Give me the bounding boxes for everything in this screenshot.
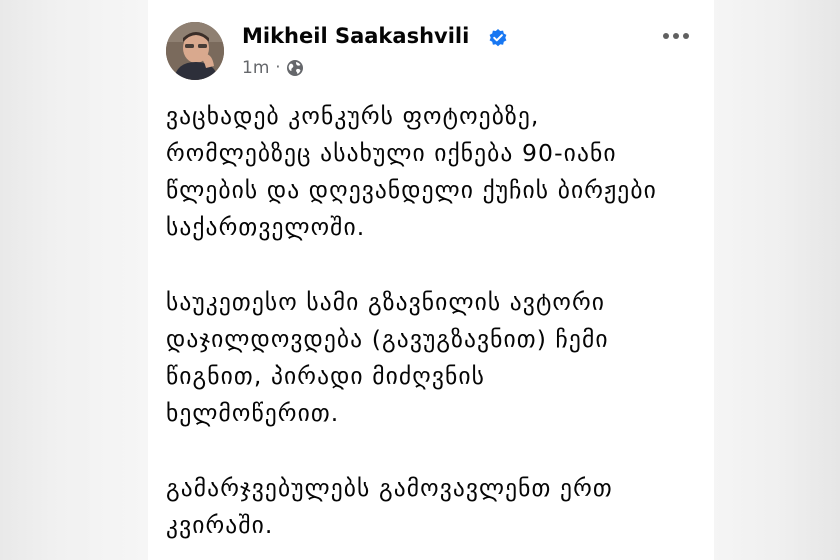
post-meta: 1m · (242, 56, 304, 78)
more-options-icon-dot (673, 33, 679, 39)
meta-separator: · (275, 56, 281, 76)
post-paragraph-2: საუკეთესო სამი გზავნილის ავტორი დაჯილდოვ… (166, 288, 609, 427)
author-name[interactable]: Mikheil Saakashvili (242, 24, 469, 48)
post-timestamp[interactable]: 1m (242, 58, 269, 78)
globe-icon[interactable] (286, 59, 304, 77)
profile-photo-icon (166, 22, 224, 80)
post-paragraph-3: გამარჯვებულებს გამოვავლენთ ერთ კვირაში. (166, 474, 613, 539)
post-header: Mikheil Saakashvili 1m · (166, 18, 700, 88)
background-left (0, 0, 148, 560)
verified-badge-icon (489, 29, 507, 47)
post-paragraph-1: ვაცხადებ კონკურს ფოტოებზე, რომლებზეც ასა… (166, 102, 657, 241)
more-options-icon-dot (683, 33, 689, 39)
more-options-icon-dot (663, 33, 669, 39)
author-avatar[interactable] (166, 22, 224, 80)
more-options-button[interactable] (656, 26, 696, 46)
post-card: Mikheil Saakashvili 1m · ვაცხადებ კონკურ… (148, 0, 714, 560)
post-body: ვაცხადებ კონკურს ფოტოებზე, რომლებზეც ასა… (166, 98, 686, 560)
background-right (714, 0, 840, 560)
